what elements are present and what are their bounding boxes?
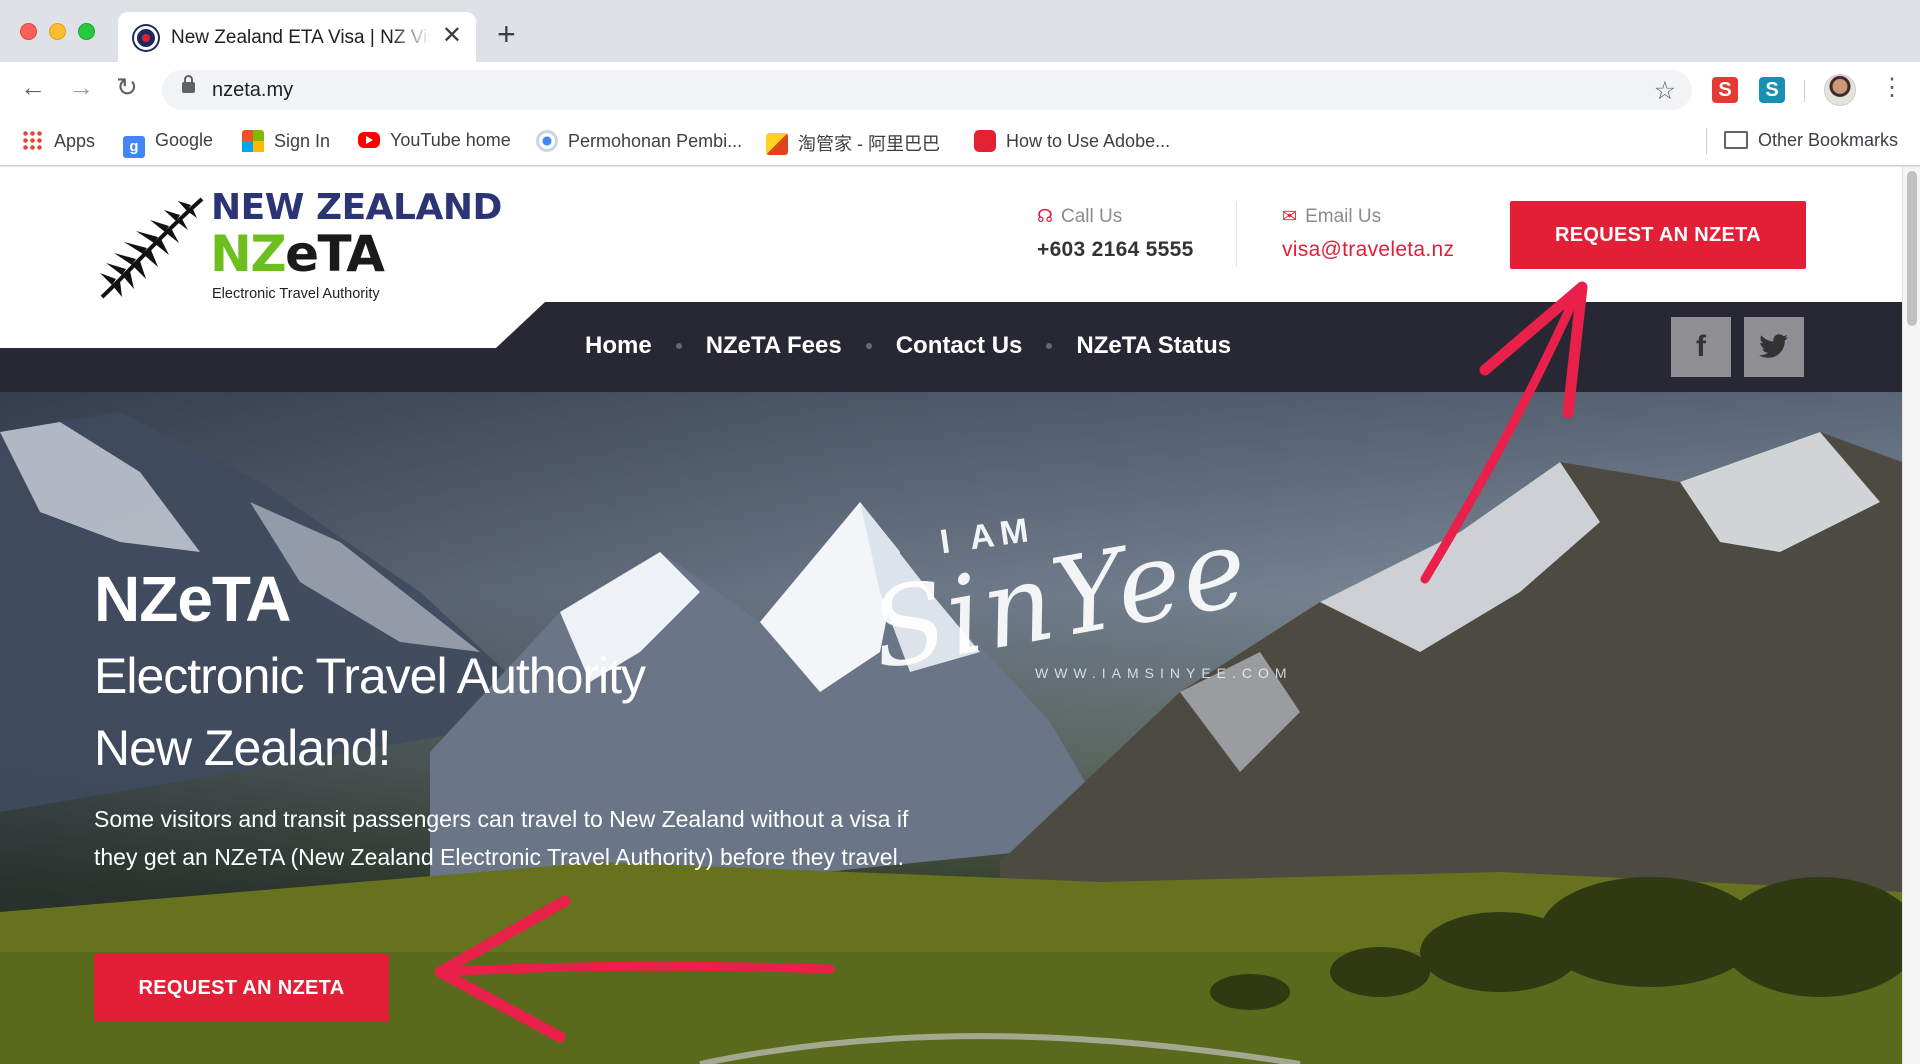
hero-title: NZeTA — [94, 563, 291, 635]
twitter-bird-icon — [1759, 334, 1788, 358]
site-logo[interactable]: NEW ZEALAND NZeTA Electronic Travel Auth… — [98, 187, 518, 302]
hero-subtitle: Electronic Travel Authority New Zealand! — [94, 640, 646, 784]
profile-avatar[interactable] — [1824, 74, 1856, 106]
menu-separator — [675, 343, 682, 349]
bookmark-google[interactable]: g Google — [123, 130, 213, 158]
bookmark-adobe[interactable]: How to Use Adobe... — [974, 130, 1170, 152]
extension-s-blue-icon[interactable]: S — [1759, 77, 1785, 103]
request-nzeta-header-button[interactable]: REQUEST AN NZETA — [1510, 201, 1806, 269]
url-text[interactable]: nzeta.my — [212, 79, 293, 102]
hero-subtitle-line1: Electronic Travel Authority — [94, 648, 646, 704]
chrome-icon — [536, 130, 558, 152]
email-link[interactable]: visa@traveleta.nz — [1282, 238, 1454, 262]
apps-grid-icon — [22, 130, 44, 152]
fern-icon — [100, 197, 204, 299]
toolbar-divider — [1804, 80, 1805, 102]
hero-subtitle-line2: New Zealand! — [94, 720, 392, 776]
headset-icon: ☊ — [1037, 206, 1053, 226]
logo-wordmark: NZeTA — [210, 225, 385, 283]
nav-nzeta-fees[interactable]: NZeTA Fees — [706, 332, 842, 360]
youtube-icon — [358, 132, 380, 148]
close-tab-icon[interactable]: ✕ — [442, 24, 462, 48]
webpage: NEW ZEALAND NZeTA Electronic Travel Auth… — [0, 167, 1902, 1064]
email-us-block: ✉ Email Us visa@traveleta.nz — [1282, 206, 1454, 262]
reload-icon[interactable]: ↻ — [116, 74, 138, 100]
watermark-url: WWW.IAMSINYEE.COM — [1035, 665, 1293, 681]
nav-contact-us[interactable]: Contact Us — [896, 332, 1023, 360]
close-window-button[interactable] — [20, 23, 37, 40]
hero-description: Some visitors and transit passengers can… — [94, 806, 909, 870]
navbar-logo-notch — [0, 302, 545, 348]
request-nzeta-hero-button[interactable]: REQUEST AN NZETA — [94, 954, 389, 1022]
watermark-logo: I AM SinYee WWW.IAMSINYEE.COM — [860, 505, 1340, 707]
google-icon: g — [123, 136, 145, 158]
bookmarks-divider — [1706, 128, 1707, 154]
bookmark-apps[interactable]: Apps — [22, 130, 95, 152]
new-tab-button[interactable]: + — [497, 18, 516, 50]
call-us-label: Call Us — [1061, 206, 1123, 227]
bookmark-permohonan[interactable]: Permohonan Pembi... — [536, 130, 742, 152]
bookmarks-bar: Apps g Google Sign In YouTube home Permoh… — [0, 118, 1920, 166]
twitter-icon[interactable] — [1744, 317, 1804, 377]
bookmark-taobao[interactable]: 淘管家 - 阿里巴巴 — [766, 130, 940, 156]
other-bookmarks[interactable]: Other Bookmarks — [1724, 130, 1898, 151]
menu-separator — [865, 343, 872, 349]
back-arrow-icon[interactable]: ← — [20, 74, 46, 100]
nav-nzeta-status[interactable]: NZeTA Status — [1076, 332, 1231, 360]
browser-tab-strip: New Zealand ETA Visa | NZ Visa Online ✕ … — [0, 0, 1920, 62]
logo-nz: NZ — [210, 225, 287, 283]
bookmark-star-icon[interactable]: ☆ — [1654, 76, 1676, 106]
tab-title: New Zealand ETA Visa | NZ Visa Online — [171, 27, 431, 48]
nav-home[interactable]: Home — [585, 332, 652, 360]
forward-arrow-icon[interactable]: → — [68, 74, 94, 100]
minimize-window-button[interactable] — [49, 23, 66, 40]
logo-subtitle: Electronic Travel Authority — [212, 286, 380, 302]
browser-menu-icon[interactable]: ⋮ — [1880, 76, 1904, 100]
bookmark-youtube[interactable]: YouTube home — [358, 130, 511, 151]
address-bar[interactable]: nzeta.my ☆ — [162, 70, 1692, 110]
microsoft-icon — [242, 130, 264, 152]
folder-icon — [1724, 131, 1748, 149]
menu-separator — [1046, 343, 1053, 349]
logo-eta: eTA — [285, 225, 385, 283]
lock-icon — [182, 75, 195, 93]
envelope-icon: ✉ — [1282, 206, 1298, 226]
bookmark-sign-in[interactable]: Sign In — [242, 130, 330, 152]
maximize-window-button[interactable] — [78, 23, 95, 40]
phone-number[interactable]: +603 2164 5555 — [1037, 238, 1194, 262]
scrollbar-thumb[interactable] — [1907, 171, 1917, 326]
page-scrollbar[interactable] — [1902, 167, 1920, 1064]
facebook-icon[interactable]: f — [1671, 317, 1731, 377]
contact-divider — [1236, 201, 1237, 267]
email-us-label: Email Us — [1305, 206, 1382, 227]
hero-section: NZeTA Electronic Travel Authority New Ze… — [0, 392, 1902, 1064]
main-menu: Home NZeTA Fees Contact Us NZeTA Status — [585, 332, 1231, 360]
adobe-icon — [974, 130, 996, 152]
logo-line1: NEW ZEALAND — [211, 187, 502, 228]
site-favicon-icon — [134, 26, 158, 50]
call-us-block: ☊ Call Us +603 2164 5555 — [1037, 206, 1194, 262]
extension-s-red-icon[interactable]: S — [1712, 77, 1738, 103]
browser-toolbar: ← → ↻ nzeta.my ☆ S S ⋮ — [0, 62, 1920, 118]
taobao-icon — [766, 133, 788, 155]
browser-tab-active[interactable]: New Zealand ETA Visa | NZ Visa Online ✕ — [118, 12, 476, 62]
